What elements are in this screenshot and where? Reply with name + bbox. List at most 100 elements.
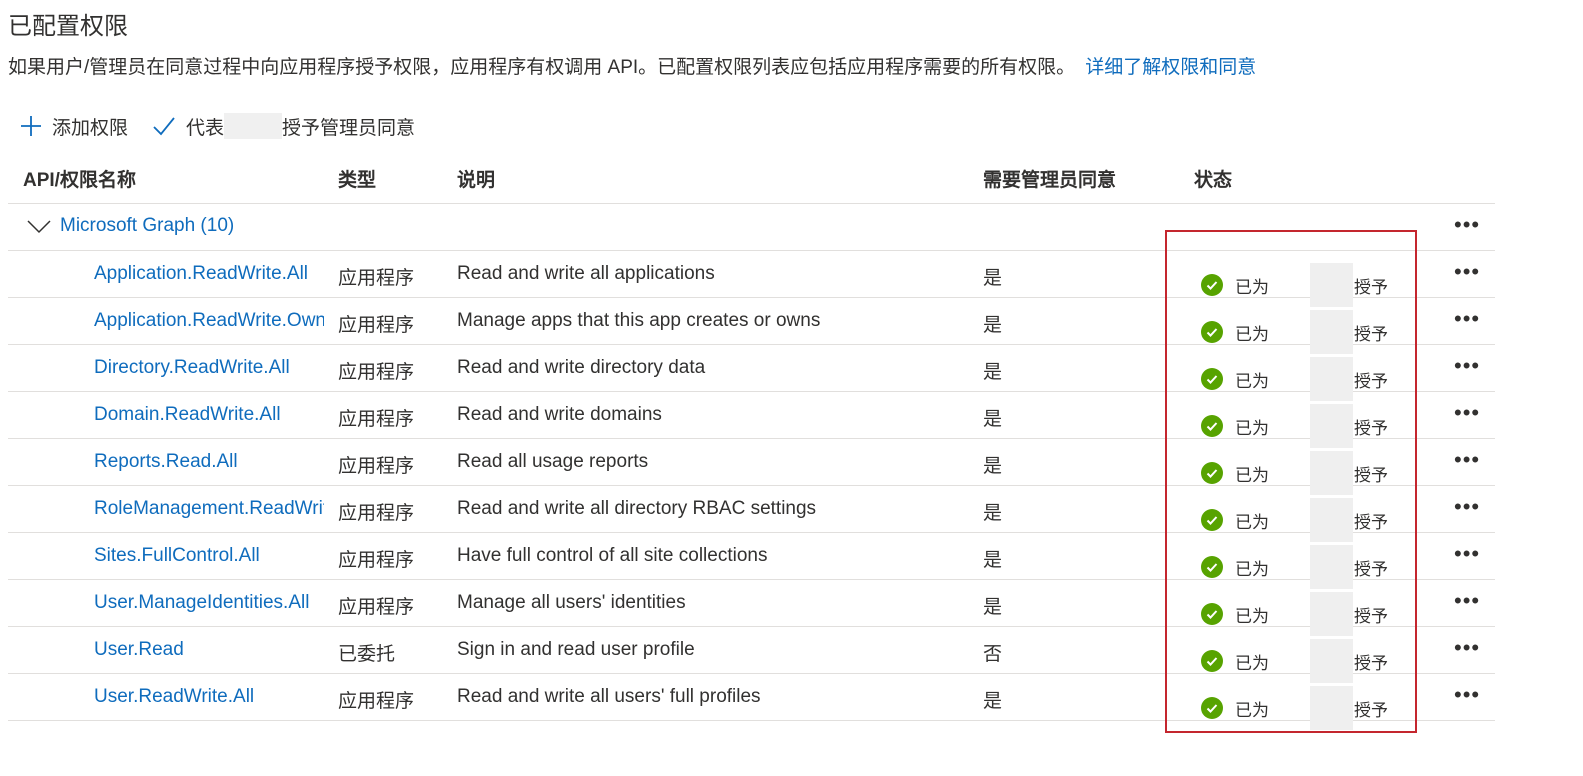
permission-rows: Application.ReadWrite.All 应用程序 Read and …	[8, 251, 1495, 730]
permission-name-link[interactable]: Application.ReadWrite.OwnedBy	[94, 310, 324, 332]
status-suffix: 授予	[1354, 700, 1388, 720]
admin-consent-required: 是	[983, 268, 1003, 289]
status-suffix: 授予	[1354, 653, 1388, 673]
status-suffix: 授予	[1354, 465, 1388, 485]
granted-check-icon	[1201, 603, 1223, 625]
permission-row: User.ManageIdentities.All 应用程序 Manage al…	[8, 580, 1495, 636]
status-prefix: 已为	[1235, 512, 1269, 532]
chevron-down-icon	[27, 220, 51, 234]
permission-name-link[interactable]: User.ManageIdentities.All	[94, 592, 324, 614]
status-prefix: 已为	[1235, 559, 1269, 579]
granted-check-icon	[1201, 697, 1223, 719]
column-header-admin-consent[interactable]: 需要管理员同意	[983, 165, 1116, 192]
permission-description: Sign in and read user profile	[457, 639, 695, 660]
permission-description: Read and write all applications	[457, 263, 715, 284]
permission-description: Read and write all directory RBAC settin…	[457, 498, 817, 519]
api-group-row[interactable]: Microsoft Graph (10) •••	[8, 204, 1495, 251]
status-suffix: 授予	[1354, 512, 1388, 532]
permission-description: Manage apps that this app creates or own…	[457, 310, 821, 331]
admin-consent-required: 是	[983, 691, 1003, 712]
permission-row: Domain.ReadWrite.All 应用程序 Read and write…	[8, 392, 1495, 448]
admin-consent-required: 否	[983, 644, 1003, 665]
permission-row: Application.ReadWrite.OwnedBy 应用程序 Manag…	[8, 298, 1495, 354]
granted-check-icon	[1201, 368, 1223, 390]
column-header-description[interactable]: 说明	[457, 165, 495, 192]
admin-consent-required: 是	[983, 409, 1003, 430]
permission-description: Read and write directory data	[457, 357, 706, 378]
column-header-status[interactable]: 状态	[1194, 165, 1232, 192]
status-prefix: 已为	[1235, 606, 1269, 626]
add-permission-label: 添加权限	[52, 117, 129, 139]
status-suffix: 授予	[1354, 559, 1388, 579]
grant-admin-consent-button[interactable]: 代表 授予管理员同意	[152, 113, 415, 140]
add-permission-button[interactable]: 添加权限	[20, 113, 128, 140]
permission-row: User.ReadWrite.All 应用程序 Read and write a…	[8, 674, 1495, 730]
permission-name-link[interactable]: Application.ReadWrite.All	[94, 263, 324, 285]
status-suffix: 授予	[1354, 606, 1388, 626]
permission-description: Have full control of all site collection…	[457, 545, 768, 566]
consent-status: 已为 授予	[1201, 686, 1388, 730]
more-options-icon[interactable]: •••	[1454, 212, 1480, 238]
description-text: 如果用户/管理员在同意过程中向应用程序授予权限，应用程序有权调用 API。已配置…	[8, 57, 1076, 78]
more-options-icon[interactable]: •••	[1454, 306, 1480, 332]
column-header-name[interactable]: API/权限名称	[23, 165, 136, 192]
permission-name-link[interactable]: Sites.FullControl.All	[94, 545, 324, 567]
admin-consent-required: 是	[983, 550, 1003, 571]
permissions-table: API/权限名称 类型 说明 需要管理员同意 状态 Microsoft Grap…	[8, 155, 1495, 730]
permission-description: Read and write domains	[457, 404, 662, 425]
status-suffix: 授予	[1354, 277, 1388, 297]
more-options-icon[interactable]: •••	[1454, 588, 1480, 614]
permission-type: 应用程序	[338, 268, 415, 289]
more-options-icon[interactable]: •••	[1454, 259, 1480, 285]
permission-name-link[interactable]: Reports.Read.All	[94, 451, 324, 473]
page-title: 已配置权限	[8, 13, 128, 40]
permission-type: 已委托	[338, 644, 396, 665]
status-suffix: 授予	[1354, 418, 1388, 438]
plus-icon	[21, 116, 41, 136]
permission-row: Reports.Read.All 应用程序 Read all usage rep…	[8, 439, 1495, 495]
granted-check-icon	[1201, 274, 1223, 296]
permission-name-link[interactable]: User.ReadWrite.All	[94, 686, 324, 708]
status-prefix: 已为	[1235, 371, 1269, 391]
more-options-icon[interactable]: •••	[1454, 541, 1480, 567]
permission-name-link[interactable]: Directory.ReadWrite.All	[94, 357, 324, 379]
admin-consent-required: 是	[983, 456, 1003, 477]
status-prefix: 已为	[1235, 653, 1269, 673]
admin-consent-required: 是	[983, 315, 1003, 336]
granted-check-icon	[1201, 556, 1223, 578]
column-header-type[interactable]: 类型	[338, 165, 376, 192]
more-options-icon[interactable]: •••	[1454, 494, 1480, 520]
admin-consent-required: 是	[983, 597, 1003, 618]
more-options-icon[interactable]: •••	[1454, 682, 1480, 708]
permission-description: Manage all users' identities	[457, 592, 686, 613]
permission-type: 应用程序	[338, 503, 415, 524]
permission-row: Directory.ReadWrite.All 应用程序 Read and wr…	[8, 345, 1495, 401]
more-options-icon[interactable]: •••	[1454, 635, 1480, 661]
status-prefix: 已为	[1235, 277, 1269, 297]
permission-row: Sites.FullControl.All 应用程序 Have full con…	[8, 533, 1495, 589]
granted-check-icon	[1201, 415, 1223, 437]
permission-row: RoleManagement.ReadWrite.Directory 应用程序 …	[8, 486, 1495, 542]
status-prefix: 已为	[1235, 418, 1269, 438]
more-options-icon[interactable]: •••	[1454, 353, 1480, 379]
permission-type: 应用程序	[338, 456, 415, 477]
permission-type: 应用程序	[338, 362, 415, 383]
learn-more-link[interactable]: 详细了解权限和同意	[1085, 57, 1256, 78]
granted-check-icon	[1201, 509, 1223, 531]
permission-row: Application.ReadWrite.All 应用程序 Read and …	[8, 251, 1495, 307]
permission-type: 应用程序	[338, 550, 415, 571]
permission-name-link[interactable]: User.Read	[94, 639, 324, 661]
more-options-icon[interactable]: •••	[1454, 447, 1480, 473]
granted-check-icon	[1201, 650, 1223, 672]
status-suffix: 授予	[1354, 324, 1388, 344]
permission-name-link[interactable]: RoleManagement.ReadWrite.Directory	[94, 498, 324, 520]
status-prefix: 已为	[1235, 700, 1269, 720]
checkmark-icon	[153, 117, 175, 136]
permission-name-link[interactable]: Domain.ReadWrite.All	[94, 404, 324, 426]
more-options-icon[interactable]: •••	[1454, 400, 1480, 426]
api-group-toggle[interactable]: Microsoft Graph (10)	[26, 215, 234, 237]
granted-check-icon	[1201, 462, 1223, 484]
permission-type: 应用程序	[338, 409, 415, 430]
permission-type: 应用程序	[338, 315, 415, 336]
admin-consent-required: 是	[983, 362, 1003, 383]
